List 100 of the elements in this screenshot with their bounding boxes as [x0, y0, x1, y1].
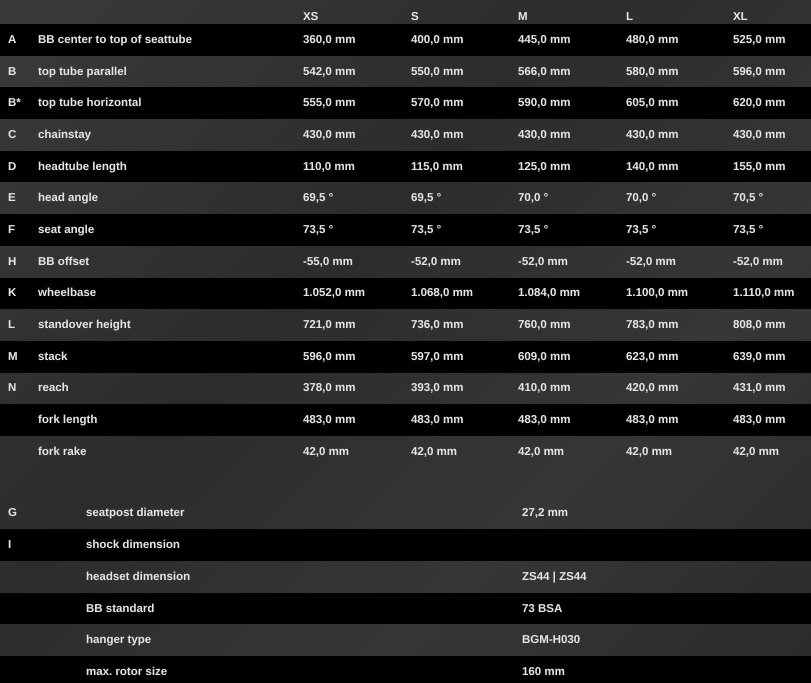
size-header: XL [733, 11, 749, 23]
dimension-letter: B* [8, 97, 22, 110]
spec-name: seatpost diameter [86, 507, 186, 520]
table-cell-text: 140,0 mm [626, 160, 680, 173]
table-cell-text: 623,0 mm [626, 350, 680, 363]
table-cell-text: 430,0 mm [733, 128, 786, 141]
table-cell-text: 609,0 mm [518, 350, 572, 363]
table-cell-text: 736,0 mm [411, 319, 464, 332]
dimension-letter: A [8, 34, 18, 46]
table-cell-text: 639,0 mm [733, 350, 786, 363]
table-cell-text: 393,0 mm [411, 382, 464, 394]
dimension-name: top tube parallel [38, 66, 128, 78]
spec-value: 73 BSA [522, 602, 564, 615]
table-cell-text: -52,0 mm [411, 256, 462, 268]
dimension-name: BB center to top of seattube [38, 34, 193, 46]
table-cell-text: 410,0 mm [518, 382, 572, 394]
table-cell-text: -52,0 mm [518, 256, 569, 268]
table-cell-text: 1.052,0 mm [303, 287, 366, 300]
spec-value: BGM-H030 [522, 634, 582, 646]
table-cell-text: 42,0 mm [518, 446, 566, 458]
dimension-name: head angle [38, 192, 100, 204]
table-cell-text: 483,0 mm [518, 414, 572, 426]
dimension-name: stack [38, 350, 68, 363]
size-header: XS [303, 11, 320, 23]
table-cell-text: 783,0 mm [626, 319, 680, 332]
table-cell-text: 542,0 mm [303, 66, 356, 78]
dimension-letter: D [8, 160, 18, 173]
table-cell-text: -52,0 mm [733, 256, 784, 268]
table-cell-text: 42,0 mm [303, 446, 350, 458]
table-cell-text: 1.100,0 mm [626, 287, 690, 300]
size-header: L [626, 11, 634, 23]
dimension-letter: H [8, 256, 18, 268]
spec-name: hanger type [86, 634, 152, 646]
table-cell-text: 1.084,0 mm [518, 287, 582, 300]
table-cell-text: 69,5 ° [411, 192, 442, 204]
size-header: S [411, 11, 420, 23]
table-cell-text: 596,0 mm [733, 66, 786, 78]
table-cell-text: 483,0 mm [733, 414, 786, 426]
spec-name: shock dimension [86, 539, 181, 552]
spec-name: max. rotor size [86, 666, 168, 678]
dimension-letter: E [8, 192, 17, 204]
dimension-name: headtube length [38, 160, 128, 173]
table-cell-text: 42,0 mm [733, 446, 780, 458]
table-cell-text: 155,0 mm [733, 160, 786, 173]
table-cell-text: 430,0 mm [626, 128, 680, 141]
table-cell-text: 596,0 mm [303, 350, 356, 363]
table-cell-text: 115,0 mm [411, 160, 464, 173]
table-cell-text: 360,0 mm [303, 34, 356, 46]
dimension-name: seat angle [38, 224, 96, 236]
table-cell-text: 73,5 ° [626, 224, 658, 236]
size-header: M [518, 11, 529, 23]
spec-value: 160 mm [522, 666, 566, 678]
table-cell-text: 550,0 mm [411, 66, 464, 78]
table-cell-text: 483,0 mm [303, 414, 356, 426]
spec-value: 27,2 mm [522, 507, 570, 520]
dimension-name: top tube horizontal [38, 97, 142, 110]
table-cell-text: 70,0 ° [518, 192, 550, 204]
table-cell-text: -55,0 mm [303, 256, 354, 268]
dimension-name: chainstay [38, 128, 92, 141]
table-cell-text: 808,0 mm [733, 319, 786, 332]
dimension-letter: L [8, 319, 16, 332]
dimension-name: wheelbase [38, 287, 98, 300]
table-cell-text: 590,0 mm [518, 97, 572, 110]
table-cell-text: 73,5 ° [411, 224, 442, 236]
spec-name: headset dimension [86, 570, 192, 583]
dimension-name: BB offset [38, 256, 90, 268]
table-cell-text: 125,0 mm [518, 160, 572, 173]
table-cell-text: 1.110,0 mm [733, 287, 796, 300]
table-cell-text: 431,0 mm [733, 382, 786, 394]
table-cell-text: 73,5 ° [303, 224, 334, 236]
dimension-letter: F [8, 224, 16, 236]
table-cell-text: 420,0 mm [626, 382, 680, 394]
table-cell-text: 110,0 mm [303, 160, 356, 173]
dimension-letter: N [8, 382, 18, 394]
table-cell-text: 570,0 mm [411, 97, 464, 110]
spec-name: BB standard [86, 602, 156, 615]
table-cell-text: 580,0 mm [626, 66, 680, 78]
table-cell-text: 430,0 mm [303, 128, 356, 141]
table-cell-text: 480,0 mm [626, 34, 680, 46]
dimension-letter: K [8, 287, 18, 300]
table-cell-text: 400,0 mm [411, 34, 464, 46]
table-cell-text: 430,0 mm [411, 128, 464, 141]
dimension-letter: C [8, 128, 18, 141]
table-cell-text: 525,0 mm [733, 34, 786, 46]
dimension-letter: B [8, 66, 18, 78]
dimension-letter: G [8, 507, 18, 520]
dimension-letter: I [8, 539, 12, 552]
table-cell-text: 620,0 mm [733, 97, 786, 110]
table-cell-text: 73,5 ° [733, 224, 764, 236]
dimension-letter: M [8, 350, 19, 363]
table-cell-text: 597,0 mm [411, 350, 464, 363]
table-cell-text: -52,0 mm [626, 256, 677, 268]
table-cell-text: 721,0 mm [303, 319, 356, 332]
table-cell-text: 760,0 mm [518, 319, 572, 332]
table-cell-text: 445,0 mm [518, 34, 572, 46]
table-cell-text: 70,5 ° [733, 192, 764, 204]
table-cell-text: 605,0 mm [626, 97, 680, 110]
dimension-name: fork rake [38, 446, 88, 458]
table-cell-text: 483,0 mm [626, 414, 680, 426]
dimension-name: reach [38, 382, 70, 394]
